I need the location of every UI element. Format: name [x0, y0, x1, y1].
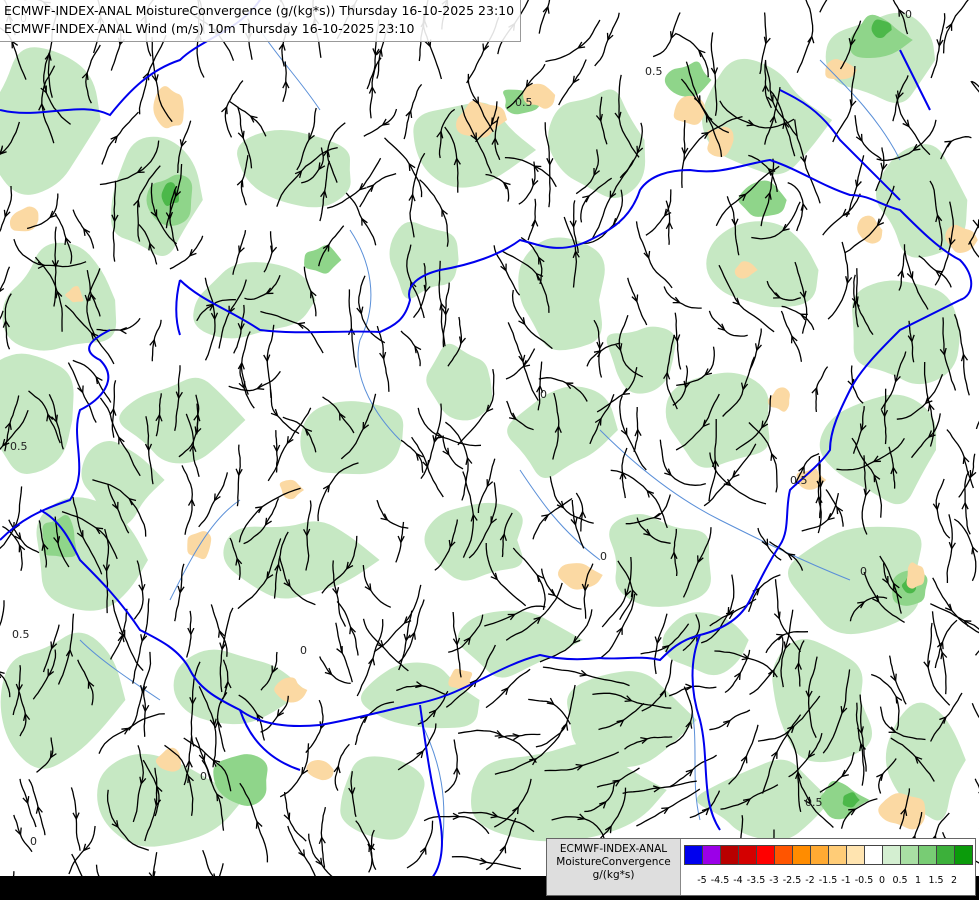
legend-swatch — [684, 845, 703, 865]
color-legend: ECMWF-INDEX-ANAL MoistureConvergence g/(… — [546, 838, 976, 896]
legend-tick-label: 0 — [878, 875, 886, 886]
contour-label: 0 — [300, 644, 307, 657]
legend-tick-label: -1.5 — [818, 875, 838, 886]
legend-title-unit: g/(kg*s) — [592, 869, 635, 881]
contour-label: 0 — [600, 550, 607, 563]
contour-label: 0 — [905, 8, 912, 21]
legend-swatch — [756, 845, 775, 865]
legend-tick-label: -2.5 — [782, 875, 802, 886]
legend-swatch — [720, 845, 739, 865]
weather-map: 0 0.5 0 0.5 0 0 0.5 0 0.5 0 0.5 0.5 0 0 — [0, 0, 979, 900]
legend-tick-label: -3.5 — [746, 875, 766, 886]
legend-swatch — [828, 845, 847, 865]
legend-swatches — [684, 845, 973, 865]
header-line-moisture: ECMWF-INDEX-ANAL MoistureConvergence (g/… — [4, 3, 515, 18]
legend-swatch — [774, 845, 793, 865]
legend-tick-label: -4 — [733, 875, 743, 886]
contour-label: 0.5 — [10, 440, 28, 453]
legend-swatch — [918, 845, 937, 865]
legend-swatch — [864, 845, 883, 865]
contour-label: 0 — [30, 835, 37, 848]
green-area — [300, 401, 404, 475]
legend-swatch — [792, 845, 811, 865]
contour-label: 0 — [540, 388, 547, 401]
legend-ticks: -5 -4.5 -4 -3.5 -3 -2.5 -2 -1.5 -1 -0.5 0 0.5 1 1.5 2 — [684, 875, 974, 889]
contour-label: 0 — [200, 770, 207, 783]
contour-label: 0.5 — [805, 796, 823, 809]
legend-tick-label: -5 — [697, 875, 707, 886]
legend-swatch — [954, 845, 973, 865]
legend-title-parameter: MoistureConvergence — [556, 856, 671, 868]
contour-label: 0.5 — [12, 628, 30, 641]
legend-tick-label: -4.5 — [710, 875, 730, 886]
legend-swatch — [702, 845, 721, 865]
contour-label: 0.5 — [645, 65, 663, 78]
legend-title: ECMWF-INDEX-ANAL MoistureConvergence g/(… — [547, 839, 681, 895]
contour-label: 0.5 — [515, 96, 533, 109]
legend-tick-label: 0.5 — [892, 875, 908, 886]
legend-swatch — [846, 845, 865, 865]
legend-tick-label: 1 — [914, 875, 922, 886]
legend-tick-label: -1 — [841, 875, 851, 886]
legend-swatch — [900, 845, 919, 865]
header-line-wind: ECMWF-INDEX-ANAL Wind (m/s) 10m Thursday… — [4, 21, 415, 36]
legend-title-model: ECMWF-INDEX-ANAL — [559, 843, 668, 855]
map-header: ECMWF-INDEX-ANAL MoistureConvergence (g/… — [0, 0, 522, 42]
legend-tick-label: -2 — [805, 875, 815, 886]
contour-label: 0 — [860, 565, 867, 578]
legend-tick-label: -3 — [769, 875, 779, 886]
legend-tick-label: 2 — [950, 875, 958, 886]
contour-label: 0.5 — [790, 474, 808, 487]
legend-swatch — [882, 845, 901, 865]
legend-swatch — [936, 845, 955, 865]
legend-tick-label: 1.5 — [928, 875, 944, 886]
legend-swatch — [738, 845, 757, 865]
legend-tick-label: -0.5 — [854, 875, 874, 886]
legend-swatch — [810, 845, 829, 865]
